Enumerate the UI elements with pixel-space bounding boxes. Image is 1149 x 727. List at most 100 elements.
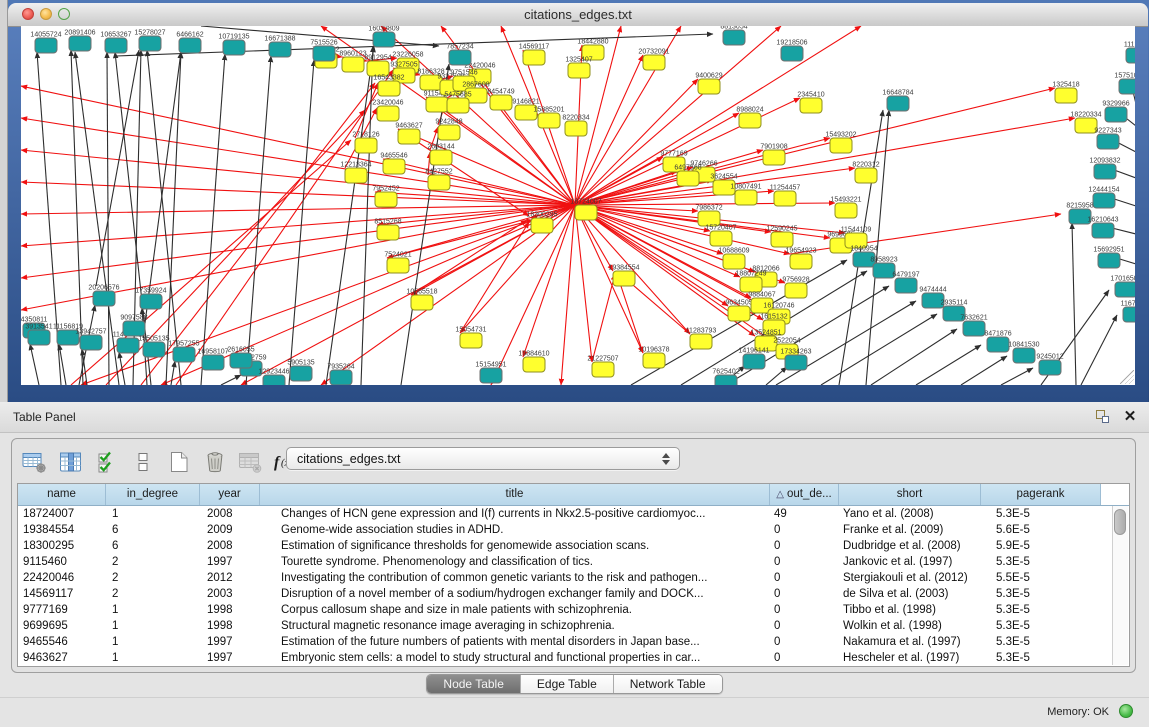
external-node[interactable]: 12093832 [1089, 158, 1120, 180]
external-node[interactable]: 15154951 [475, 362, 506, 384]
paper-node[interactable]: 9756928 [782, 277, 809, 299]
citation-edge[interactable] [176, 70, 393, 385]
table-cell[interactable]: Tibbo et al. (1998) [839, 602, 981, 618]
table-cell[interactable]: 2008 [200, 538, 260, 554]
float-panel-icon[interactable] [1093, 408, 1111, 426]
table-cell[interactable]: Estimation of the future numbers of pati… [260, 634, 770, 650]
reference-edge[interactable] [246, 56, 271, 385]
paper-node[interactable]: 15493202 [825, 132, 856, 154]
table-row[interactable]: 1872400712008Changes of HCN gene express… [18, 506, 1129, 522]
table-cell[interactable]: 5.3E-5 [981, 650, 1101, 666]
paper-node[interactable]: 5475685 [444, 92, 471, 114]
network-graph[interactable]: 1872400721227507198846101505473110565518… [21, 26, 1135, 385]
reference-edge[interactable] [1001, 368, 1033, 385]
table-cell[interactable]: 5.3E-5 [981, 506, 1101, 522]
paper-node[interactable]: 19384554 [608, 265, 639, 287]
paper-node[interactable]: 7952452 [372, 186, 399, 208]
table-cell[interactable]: 0 [770, 522, 839, 538]
table-cell[interactable]: 0 [770, 602, 839, 618]
external-node[interactable]: 12923446 [258, 369, 289, 386]
external-node[interactable]: 17359924 [135, 288, 166, 310]
table-cell[interactable]: 0 [770, 570, 839, 586]
external-node[interactable]: 6466162 [176, 32, 203, 54]
column-settings-icon[interactable] [21, 448, 48, 476]
table-cell[interactable]: 6 [106, 538, 200, 554]
table-cell[interactable]: 1 [106, 650, 200, 666]
paper-node[interactable]: 10196378 [638, 347, 669, 369]
paper-node[interactable]: 10688609 [718, 248, 749, 270]
paper-node[interactable]: 14569117 [519, 44, 550, 66]
table-row[interactable]: 1938455462009Genome-wide association stu… [18, 522, 1129, 538]
vertical-scrollbar[interactable] [1112, 506, 1128, 665]
paper-node[interactable]: 19654923 [785, 248, 816, 270]
table-row[interactable]: 911546021997Tourette syndrome. Phenomeno… [18, 554, 1129, 570]
table-cell[interactable]: Genome-wide association studies in ADHD. [260, 522, 770, 538]
paper-node[interactable]: 20732091 [638, 49, 669, 71]
paper-node[interactable]: 9465546 [380, 153, 407, 175]
reference-edge[interactable] [1072, 223, 1076, 385]
paper-node[interactable]: 2603144 [427, 144, 454, 166]
paper-node[interactable]: 11254457 [770, 185, 801, 207]
table-cell[interactable]: 1997 [200, 634, 260, 650]
paper-node[interactable]: 18807249 [735, 271, 766, 293]
paper-node[interactable]: 8912954 [364, 55, 391, 77]
reference-edge[interactable] [171, 361, 175, 385]
reference-edge[interactable] [289, 60, 314, 385]
external-node[interactable]: 10653267 [100, 32, 131, 54]
tab-network-table[interactable]: Network Table [614, 675, 722, 693]
citation-edge[interactable] [592, 274, 615, 362]
column-header[interactable]: name [18, 484, 106, 505]
table-cell[interactable]: Hescheler et al. (1997) [839, 650, 981, 666]
citation-edge[interactable] [21, 205, 575, 214]
table-cell[interactable]: 1 [106, 634, 200, 650]
paper-node[interactable]: 15885201 [533, 107, 564, 129]
external-node[interactable]: 9097588 [120, 315, 147, 337]
resize-grip[interactable] [1120, 370, 1134, 384]
table-cell[interactable]: 19384554 [18, 522, 106, 538]
table-row[interactable]: 946362711997Embryonic stem cells: a mode… [18, 650, 1129, 666]
table-cell[interactable]: de Silva et al. (2003) [839, 586, 981, 602]
citation-edge[interactable] [411, 220, 527, 295]
table-row[interactable]: 1456911722003Disruption of a novel membe… [18, 586, 1129, 602]
table-cell[interactable]: 5.3E-5 [981, 634, 1101, 650]
table-cell[interactable]: 1997 [200, 554, 260, 570]
paper-node[interactable]: 1325418 [1052, 82, 1079, 104]
paper-node[interactable]: 21227507 [587, 356, 618, 378]
external-node[interactable]: 17957255 [168, 341, 199, 363]
table-cell[interactable]: Stergiakouli et al. (2012) [839, 570, 981, 586]
external-node[interactable]: 14196141 [738, 348, 769, 370]
external-node[interactable]: 16958107 [197, 349, 228, 371]
external-node[interactable]: 16033809 [368, 26, 399, 47]
table-cell[interactable]: 9777169 [18, 602, 106, 618]
table-cell[interactable]: Franke et al. (2009) [839, 522, 981, 538]
reference-edge[interactable] [221, 375, 241, 385]
column-header[interactable]: short [839, 484, 981, 505]
reference-edge[interactable] [766, 367, 787, 385]
table-cell[interactable]: 5.3E-5 [981, 554, 1101, 570]
table-cell[interactable]: 49 [770, 506, 839, 522]
tab-edge-table[interactable]: Edge Table [521, 675, 614, 693]
reference-edge[interactable] [961, 356, 1007, 385]
external-node[interactable]: 7857234 [446, 44, 473, 66]
paper-node[interactable]: 10565518 [406, 289, 437, 311]
table-cell[interactable]: 9115460 [18, 554, 106, 570]
paper-node[interactable]: 19884610 [518, 351, 549, 373]
external-node[interactable]: 1112835 [1124, 42, 1135, 64]
table-cell[interactable]: 18300295 [18, 538, 106, 554]
column-header[interactable]: pagerank [981, 484, 1101, 505]
external-node[interactable]: 6479197 [892, 272, 919, 294]
external-node[interactable]: 15751074 [1114, 73, 1135, 95]
table-cell[interactable]: Jankovic et al. (1997) [839, 554, 981, 570]
citation-edge[interactable] [575, 205, 592, 362]
table-cell[interactable]: 5.5E-5 [981, 570, 1101, 586]
table-cell[interactable]: 5.3E-5 [981, 618, 1101, 634]
table-cell[interactable]: 5.6E-5 [981, 522, 1101, 538]
table-cell[interactable]: Investigating the contribution of common… [260, 570, 770, 586]
tab-node-table[interactable]: Node Table [427, 675, 521, 693]
paper-node[interactable]: 12213364 [340, 162, 371, 184]
external-node[interactable]: 2616055 [227, 347, 254, 369]
reference-edge[interactable] [1081, 315, 1117, 385]
table-cell[interactable]: 2003 [200, 586, 260, 602]
paper-node[interactable]: 8960123 [339, 51, 366, 73]
table-row[interactable]: 1830029562008Estimation of significance … [18, 538, 1129, 554]
